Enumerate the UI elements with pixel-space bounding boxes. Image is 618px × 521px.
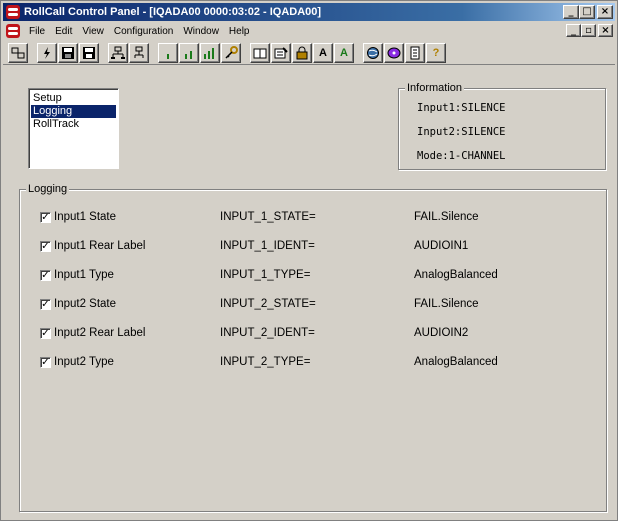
row-label: Input1 State (54, 211, 117, 223)
logging-group: Logging ✓ Input1 State INPUT_1_STATE= FA… (19, 183, 607, 512)
text-large-icon[interactable]: A (313, 42, 333, 63)
row-label: Input2 State (54, 298, 117, 310)
key-icon[interactable] (221, 42, 241, 63)
globe-icon[interactable] (363, 42, 383, 63)
row-key: INPUT_2_STATE= (220, 298, 316, 310)
list-item-logging[interactable]: Logging (31, 105, 116, 118)
menu-view[interactable]: View (77, 26, 109, 37)
table-row: ✓ Input1 Type INPUT_1_TYPE= AnalogBalanc… (20, 268, 606, 284)
info-line: Input1:SILENCE (417, 102, 506, 114)
close-button[interactable]: × (597, 5, 613, 19)
input1-state-checkbox[interactable]: ✓ (40, 212, 51, 223)
app-window: RollCall Control Panel - [IQADA00 0000:0… (0, 0, 618, 521)
row-key: INPUT_1_IDENT= (220, 240, 315, 252)
connect-icon[interactable] (8, 42, 28, 63)
menu-bar: File Edit View Configuration Window Help… (3, 22, 615, 40)
input1-type-checkbox[interactable]: ✓ (40, 270, 51, 281)
row-label: Input2 Rear Label (54, 327, 146, 339)
child-close-button[interactable]: × (598, 24, 613, 37)
menu-file[interactable]: File (24, 26, 50, 37)
edit-form-icon[interactable] (271, 42, 291, 63)
toolbar: A A ? (3, 41, 615, 65)
information-group: Information Input1:SILENCE Input2:SILENC… (398, 82, 606, 170)
disc-icon[interactable] (384, 42, 404, 63)
row-value: AUDIOIN1 (414, 240, 469, 252)
info-line: Input2:SILENCE (417, 126, 506, 138)
menu-edit[interactable]: Edit (50, 26, 77, 37)
row-label: Input1 Type (54, 269, 114, 281)
row-value: AUDIOIN2 (414, 327, 469, 339)
row-key: INPUT_2_TYPE= (220, 356, 311, 368)
menu-window[interactable]: Window (178, 26, 224, 37)
network-tree-icon[interactable] (108, 42, 128, 63)
list-item-setup[interactable]: Setup (31, 92, 116, 105)
level-high-icon[interactable] (200, 42, 220, 63)
save-all-icon[interactable] (79, 42, 99, 63)
row-key: INPUT_2_IDENT= (220, 327, 315, 339)
input2-state-checkbox[interactable]: ✓ (40, 299, 51, 310)
row-key: INPUT_1_TYPE= (220, 269, 311, 281)
row-value: FAIL.Silence (414, 298, 479, 310)
row-label: Input2 Type (54, 356, 114, 368)
level-low-icon[interactable] (158, 42, 178, 63)
save-disk-icon[interactable] (58, 42, 78, 63)
text-color-icon[interactable]: A (334, 42, 354, 63)
row-value: FAIL.Silence (414, 211, 479, 223)
menu-configuration[interactable]: Configuration (109, 26, 178, 37)
minimize-button[interactable]: _ (563, 5, 579, 19)
level-mid-icon[interactable] (179, 42, 199, 63)
title-bar[interactable]: RollCall Control Panel - [IQADA00 0000:0… (3, 3, 615, 21)
rollcall-app-icon[interactable] (6, 5, 20, 19)
lock-icon[interactable] (292, 42, 312, 63)
row-value: AnalogBalanced (414, 269, 498, 281)
information-title: Information (405, 82, 465, 94)
section-list[interactable]: Setup Logging RollTrack (28, 88, 119, 169)
table-row: ✓ Input2 State INPUT_2_STATE= FAIL.Silen… (20, 297, 606, 313)
child-window-icon[interactable] (6, 24, 20, 38)
table-row: ✓ Input2 Rear Label INPUT_2_IDENT= AUDIO… (20, 326, 606, 342)
device-tree-icon[interactable] (129, 42, 149, 63)
list-item-rolltrack[interactable]: RollTrack (31, 118, 116, 131)
table-row: ✓ Input2 Type INPUT_2_TYPE= AnalogBalanc… (20, 355, 606, 371)
book-icon[interactable] (250, 42, 270, 63)
menu-help[interactable]: Help (224, 26, 255, 37)
row-label: Input1 Rear Label (54, 240, 146, 252)
table-row: ✓ Input1 State INPUT_1_STATE= FAIL.Silen… (20, 210, 606, 226)
row-key: INPUT_1_STATE= (220, 211, 316, 223)
window-title: RollCall Control Panel - [IQADA00 0000:0… (24, 6, 322, 18)
lightning-icon[interactable] (37, 42, 57, 63)
child-minimize-button[interactable]: _ (566, 24, 581, 37)
maximize-button[interactable]: □ (579, 5, 595, 19)
logging-title: Logging (26, 183, 70, 195)
input1-rear-label-checkbox[interactable]: ✓ (40, 241, 51, 252)
input2-rear-label-checkbox[interactable]: ✓ (40, 328, 51, 339)
info-line: Mode:1-CHANNEL (417, 150, 506, 162)
child-restore-button[interactable]: ▫ (581, 24, 596, 37)
row-value: AnalogBalanced (414, 356, 498, 368)
input2-type-checkbox[interactable]: ✓ (40, 357, 51, 368)
table-row: ✓ Input1 Rear Label INPUT_1_IDENT= AUDIO… (20, 239, 606, 255)
help-icon[interactable]: ? (426, 42, 446, 63)
info-icon[interactable] (405, 42, 425, 63)
